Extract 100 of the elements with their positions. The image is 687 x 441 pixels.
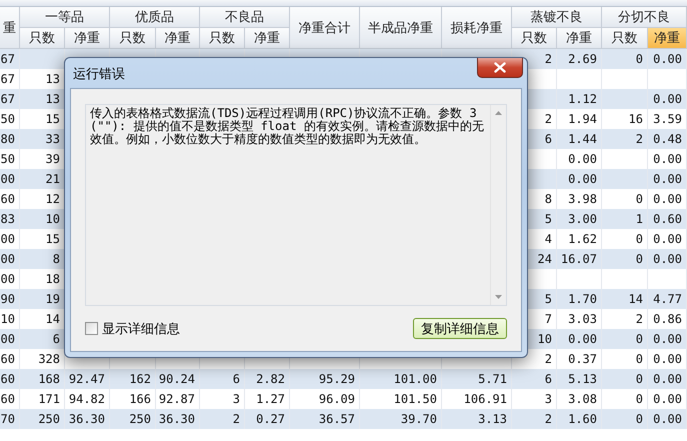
table-cell: 5.71 [442,369,512,389]
table-cell: 95.29 [290,369,360,389]
table-cell: 36.30 [156,409,200,429]
column-header[interactable]: 净重 [245,28,290,49]
message-text-area[interactable]: 传入的表格格式数据流(TDS)远程过程调用(RPC)协议流不正确。参数 3 (""): 提供的值不是数据类型 float 的有效实例。请检查源数据中的无效值。例如，小数位数大于精度的数值类型的数据即为无效值。 [85,104,507,306]
table-cell: 250 [110,409,156,429]
table-cell: 0 [602,369,648,389]
column-header[interactable]: 只数 [200,28,245,49]
table-cell: 90.24 [156,369,200,389]
column-header[interactable]: 重 [0,7,20,49]
column-header[interactable]: 只数 [602,28,648,49]
table-cell: 2 [200,409,245,429]
table-cell: 92.47 [65,369,110,389]
table-cell: 2 [602,129,648,149]
close-button[interactable] [477,58,523,78]
table-cell: 5.13 [557,369,602,389]
table-cell: 168 [20,369,65,389]
close-icon [494,62,506,73]
table-cell: 6 [512,369,557,389]
table-cell: 70 [0,409,20,429]
table-cell: 83 [0,209,20,229]
table-cell: 21 [20,169,65,189]
copy-details-button[interactable]: 复制详细信息 [413,318,507,339]
column-header[interactable]: 净重 [65,28,110,49]
table-cell: 60 [0,389,20,409]
table-cell: 0.27 [245,409,290,429]
column-header[interactable]: 只数 [20,28,65,49]
table-cell: 36.30 [65,409,110,429]
table-cell: 33 [20,129,65,149]
table-cell: 60 [0,189,20,209]
table-cell: 1 [602,209,648,229]
table-cell: 60 [0,369,20,389]
table-cell: 6 [200,369,245,389]
table-cell: 1.70 [557,289,602,309]
column-group-header: 一等品 [20,7,110,28]
table-cell: 0.00 [648,369,687,389]
column-header[interactable]: 净重合计 [290,7,360,49]
table-cell: 67 [0,69,20,89]
table-cell: 0.48 [648,129,687,149]
table-cell: 162 [110,369,156,389]
table-cell: 1.60 [557,409,602,429]
column-group-header: 蒸镀不良 [512,7,602,28]
table-cell: 10 [20,209,65,229]
table-cell: 67 [0,49,20,69]
table-cell: 36.57 [290,409,360,429]
table-cell: 0 [602,409,648,429]
table-cell: 3.00 [557,209,602,229]
scroll-down-icon[interactable] [495,295,502,299]
table-cell: 14 [602,289,648,309]
table-cell: 6 [20,329,65,349]
table-cell: 80 [0,129,20,149]
table-cell: 00 [0,249,20,269]
column-header[interactable]: 半成品净重 [360,7,442,49]
table-cell: 00 [0,269,20,289]
scroll-up-icon[interactable] [495,111,502,115]
table-cell: 0.00 [557,169,602,189]
table-cell: 90 [0,289,20,309]
column-header[interactable]: 净重 [557,28,602,49]
column-group-header: 分切不良 [602,7,687,28]
table-cell: 0.60 [648,209,687,229]
table-cell: 2.69 [557,49,602,69]
table-cell: 3.13 [442,409,512,429]
table-cell: 0.00 [648,169,687,189]
dialog-title: 运行错误 [72,66,125,83]
error-message: 传入的表格格式数据流(TDS)远程过程调用(RPC)协议流不正确。参数 3 (""): 提供的值不是数据类型 float 的有效实例。请检查源数据中的无效值。例如，小数位数大于精度的数值类型的数据即为无效值。 [89,105,485,148]
table-cell: 50 [0,149,20,169]
table-cell: 0 [602,329,648,349]
table-cell: 16.07 [557,249,602,269]
table-cell: 0.00 [648,409,687,429]
table-cell: 00 [0,169,20,189]
column-group-header: 优质品 [110,7,200,28]
table-cell: 13 [20,89,65,109]
table-cell: 50 [0,109,20,129]
table-cell: 2 [512,409,557,429]
checkbox[interactable] [85,322,98,335]
table-cell: 4.77 [648,289,687,309]
table-cell: 00 [0,329,20,349]
table-cell: 0.00 [557,329,602,349]
table-cell: 250 [20,409,65,429]
table-cell: 19 [20,289,65,309]
checkbox-label: 显示详细信息 [102,320,180,338]
column-header[interactable]: 净重 [648,28,687,49]
table-cell: 0 [602,49,648,69]
table-cell: 0.00 [648,249,687,269]
table-cell: 2.82 [245,369,290,389]
table-cell: 60 [0,349,20,369]
column-header[interactable]: 只数 [110,28,156,49]
table-cell: 0.00 [648,89,687,109]
table-cell: 0.00 [648,329,687,349]
column-header[interactable]: 只数 [512,28,557,49]
table-cell: 0.00 [648,49,687,69]
column-group-header: 不良品 [200,7,290,28]
table-cell: 67 [0,89,20,109]
table-cell: 00 [0,229,20,249]
column-header[interactable]: 净重 [156,28,200,49]
column-header[interactable]: 损耗净重 [442,7,512,49]
table-cell: 101.00 [360,369,442,389]
table-cell: 0 [602,249,648,269]
table-cell: 39.70 [360,409,442,429]
table-cell: 10 [0,309,20,329]
